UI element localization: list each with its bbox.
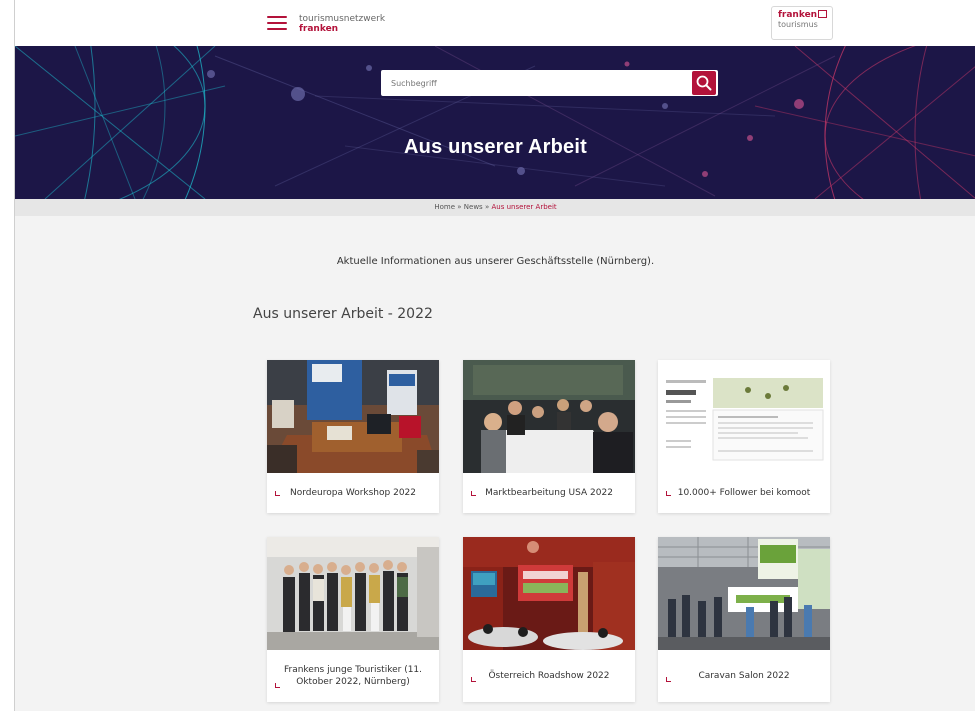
news-card-komoot[interactable]: 10.000+ Follower bei komoot (658, 360, 830, 513)
page-title: Aus unserer Arbeit (404, 136, 587, 158)
card-title[interactable]: Österreich Roadshow 2022 (471, 670, 627, 682)
section-heading: Aus unserer Arbeit - 2022 (253, 306, 433, 322)
logo-flag-icon (818, 10, 827, 18)
logo-line-2: tourismus (778, 20, 818, 29)
card-title[interactable]: Frankens junge Touristiker (11. Oktober … (275, 664, 431, 688)
search-input[interactable] (381, 70, 689, 96)
card-title[interactable]: Caravan Salon 2022 (666, 670, 822, 682)
search-bar (381, 70, 718, 96)
page-frame: tourismusnetzwerk franken franken touris… (14, 0, 975, 711)
brand-line-2: franken (299, 24, 339, 34)
news-card-oesterreich[interactable]: Österreich Roadshow 2022 (463, 537, 635, 702)
breadcrumb: Home » News » Aus unserer Arbeit (15, 199, 975, 216)
brand-line-1: tourismusnetzwerk (299, 14, 386, 24)
breadcrumb-separator: » (457, 203, 462, 211)
card-title[interactable]: 10.000+ Follower bei komoot (666, 487, 822, 499)
news-card-usa[interactable]: Marktbearbeitung USA 2022 (463, 360, 635, 513)
card-image[interactable] (463, 360, 635, 473)
breadcrumb-news[interactable]: News (464, 203, 483, 211)
card-image[interactable] (658, 537, 830, 650)
breadcrumb-separator: » (484, 203, 490, 211)
intro-text: Aktuelle Informationen aus unserer Gesch… (336, 256, 655, 267)
search-button[interactable] (692, 71, 716, 95)
card-image[interactable] (463, 537, 635, 650)
card-image[interactable] (658, 360, 830, 473)
brand-wordmark[interactable]: tourismusnetzwerk franken (299, 14, 385, 34)
franken-tourismus-logo[interactable]: franken tourismus (771, 6, 833, 40)
card-title[interactable]: Marktbearbeitung USA 2022 (471, 487, 627, 499)
breadcrumb-current: Aus unserer Arbeit (491, 203, 557, 211)
news-card-junge-touristiker[interactable]: Frankens junge Touristiker (11. Oktober … (267, 537, 439, 702)
breadcrumb-home[interactable]: Home (434, 203, 455, 211)
menu-icon[interactable] (267, 16, 287, 30)
card-image[interactable] (267, 537, 439, 650)
top-bar: tourismusnetzwerk franken franken touris… (15, 0, 975, 46)
news-card-nordeuropa[interactable]: Nordeuropa Workshop 2022 (267, 360, 439, 513)
search-icon (696, 75, 712, 91)
card-image[interactable] (267, 360, 439, 473)
hero-banner: Aus unserer Arbeit (15, 46, 975, 199)
network-background (15, 46, 975, 199)
news-card-caravan-salon[interactable]: Caravan Salon 2022 (658, 537, 830, 702)
card-title[interactable]: Nordeuropa Workshop 2022 (275, 487, 431, 499)
